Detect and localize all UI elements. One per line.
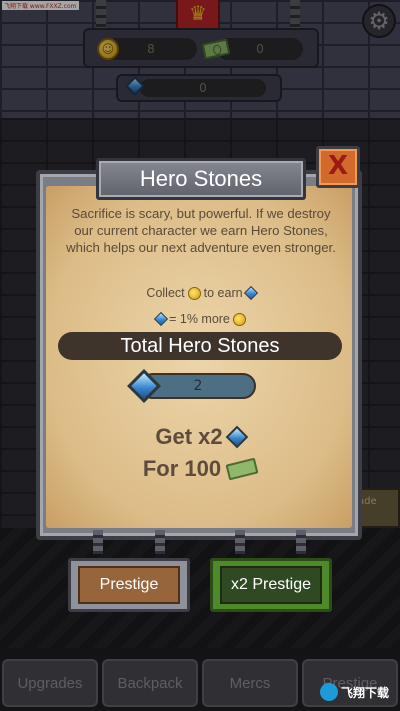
- chain: [235, 530, 245, 554]
- chain: [296, 530, 306, 554]
- tab-upgrades[interactable]: Upgrades: [2, 659, 98, 707]
- cost-line: For 100: [100, 456, 300, 482]
- total-hero-stones-label: Total Hero Stones: [58, 332, 342, 360]
- reward-text: Get x2: [155, 424, 223, 449]
- reward-line: Get x2: [100, 424, 300, 450]
- coin-icon: [232, 312, 246, 326]
- cash-icon: [225, 457, 259, 481]
- modal-description: Sacrifice is scary, but powerful. If we …: [66, 206, 336, 255]
- x2-prestige-button[interactable]: x2 Prestige: [220, 566, 322, 604]
- collect-prefix: Collect: [146, 286, 185, 300]
- ratio-line: = 1% more: [60, 311, 342, 327]
- watermark-logo-icon: [320, 683, 338, 701]
- gem-icon: [154, 311, 169, 327]
- watermark-text: 飞翔下载: [341, 685, 390, 700]
- watermark: 飞翔下载: [320, 679, 398, 705]
- gem-icon: [243, 285, 258, 301]
- prestige-button[interactable]: Prestige: [78, 566, 180, 604]
- gem-icon: [225, 425, 248, 449]
- collect-suffix: to earn: [203, 286, 243, 300]
- close-icon: X: [327, 151, 349, 181]
- tab-backpack[interactable]: Backpack: [102, 659, 198, 707]
- coin-icon: [187, 286, 201, 300]
- chain: [93, 530, 103, 554]
- collect-line: Collect to earn: [60, 285, 342, 301]
- tab-mercs[interactable]: Mercs: [202, 659, 298, 707]
- cost-text: For 100: [142, 456, 222, 481]
- ratio-text: = 1% more: [169, 312, 230, 326]
- chain: [155, 530, 165, 554]
- modal-title: Hero Stones: [96, 158, 306, 200]
- close-button[interactable]: X: [316, 146, 360, 188]
